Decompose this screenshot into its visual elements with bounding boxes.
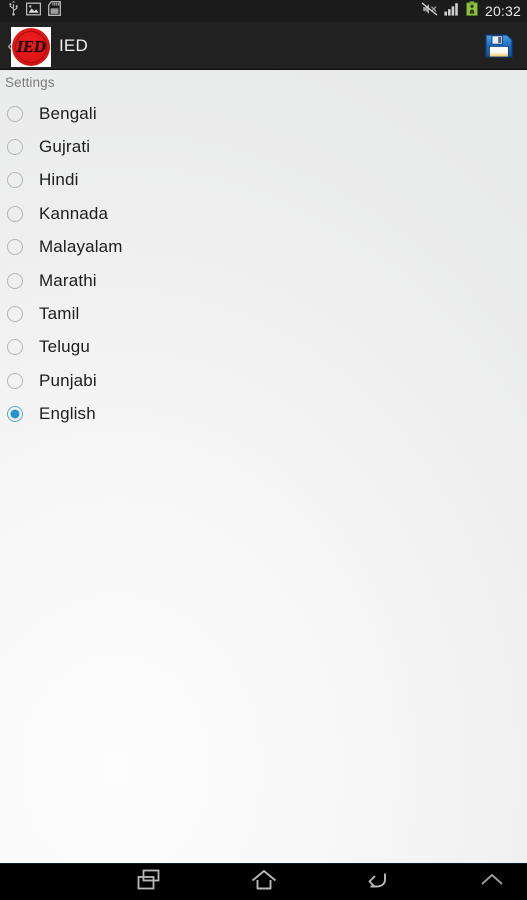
radio-button-kannada[interactable] [7, 205, 23, 222]
radio-option-bengali[interactable]: Bengali [0, 97, 527, 130]
radio-label-english: English [39, 404, 96, 424]
radio-option-malayalam[interactable]: Malayalam [0, 231, 527, 264]
radio-button-english[interactable] [7, 406, 23, 423]
status-bar-right-icons: 20:32 [421, 1, 521, 21]
radio-option-gujrati[interactable]: Gujrati [0, 130, 527, 163]
status-bar-clock: 20:32 [484, 3, 521, 19]
radio-option-marathi[interactable]: Marathi [0, 264, 527, 297]
usb-icon [8, 1, 19, 21]
recents-icon [134, 868, 164, 897]
back-icon [363, 868, 393, 897]
ied-app-logo[interactable]: IED [11, 27, 51, 67]
mute-vibrate-icon [421, 1, 438, 21]
radio-label-malayalam: Malayalam [39, 237, 123, 257]
home-button[interactable] [232, 864, 296, 900]
radio-label-telugu: Telugu [39, 337, 90, 357]
radio-option-hindi[interactable]: Hindi [0, 164, 527, 197]
radio-button-malayalam[interactable] [7, 239, 23, 256]
radio-option-punjabi[interactable]: Punjabi [0, 364, 527, 397]
radio-label-bengali: Bengali [39, 103, 97, 123]
radio-button-bengali[interactable] [7, 105, 23, 122]
radio-label-hindi: Hindi [39, 170, 79, 190]
navigation-bar [0, 863, 527, 900]
radio-label-marathi: Marathi [39, 270, 97, 290]
recents-button[interactable] [117, 864, 181, 900]
radio-button-hindi[interactable] [7, 172, 23, 189]
app-title: IED [59, 35, 88, 55]
radio-button-marathi[interactable] [7, 272, 23, 289]
radio-option-telugu[interactable]: Telugu [0, 331, 527, 364]
expand-chevron-up-icon [477, 868, 507, 897]
settings-content: Settings Bengali Gujrati Hindi Kannada M… [0, 70, 527, 863]
radio-label-gujrati: Gujrati [39, 137, 91, 157]
expand-button[interactable] [460, 864, 524, 900]
radio-label-tamil: Tamil [39, 304, 80, 324]
home-icon [249, 868, 279, 897]
radio-button-telugu[interactable] [7, 339, 23, 356]
radio-label-kannada: Kannada [39, 203, 109, 223]
radio-button-gujrati[interactable] [7, 139, 23, 156]
signal-bars-icon [444, 2, 460, 21]
android-device-screen: 20:32 ‹ IED IED [0, 0, 527, 900]
radio-option-tamil[interactable]: Tamil [0, 297, 527, 330]
radio-option-kannada[interactable]: Kannada [0, 197, 527, 230]
battery-icon [466, 1, 478, 21]
language-radio-group: Bengali Gujrati Hindi Kannada Malayalam … [0, 97, 527, 431]
radio-label-punjabi: Punjabi [39, 370, 97, 390]
ied-seal-graphic: IED [12, 28, 50, 66]
sd-card-icon [48, 1, 61, 21]
back-button[interactable] [346, 864, 410, 900]
ied-logo-text: IED [16, 37, 46, 56]
radio-option-english[interactable]: English [0, 398, 527, 431]
radio-button-tamil[interactable] [7, 306, 23, 323]
status-bar: 20:32 [0, 0, 527, 22]
settings-section-label: Settings [5, 75, 55, 90]
save-button[interactable] [483, 30, 515, 62]
status-bar-left-icons [8, 1, 61, 21]
radio-button-punjabi[interactable] [7, 372, 23, 389]
action-bar: ‹ IED IED [0, 22, 527, 70]
image-icon [25, 2, 42, 21]
